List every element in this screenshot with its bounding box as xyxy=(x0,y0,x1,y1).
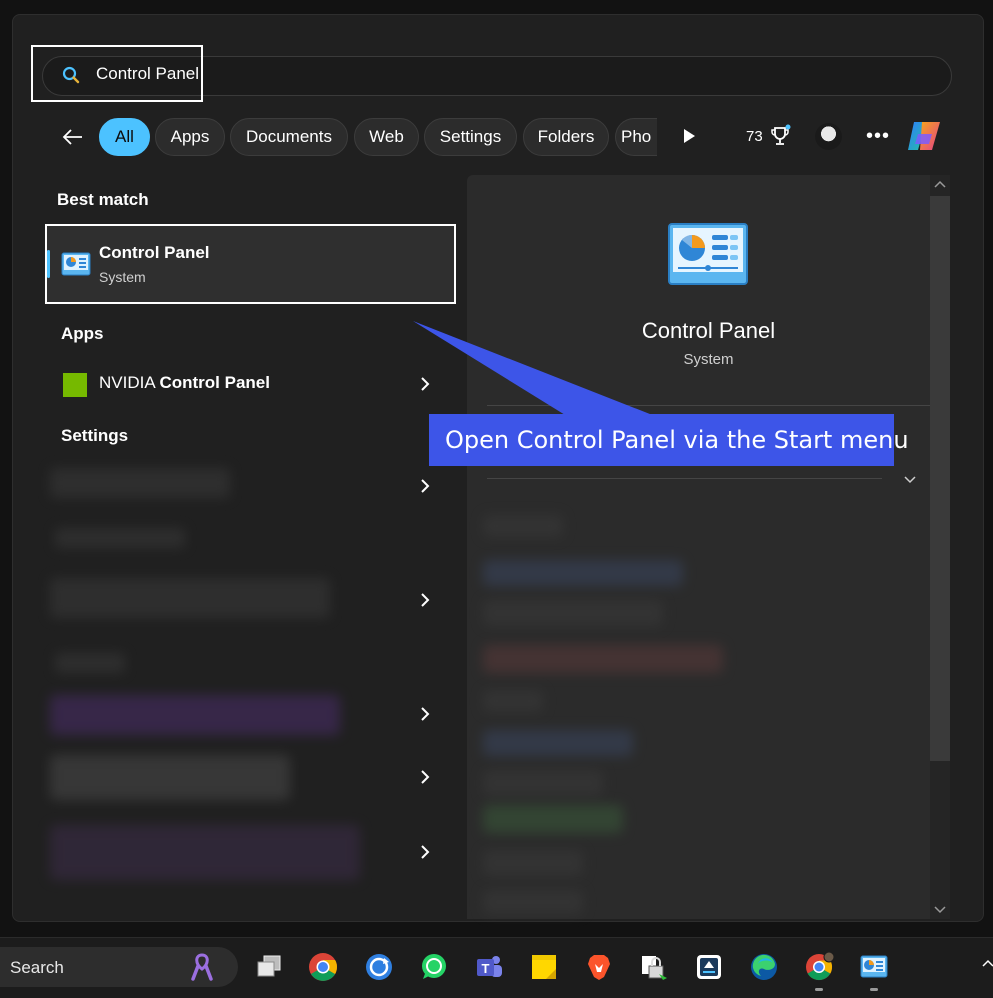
blurred-action[interactable] xyxy=(483,890,583,914)
chevron-right-icon[interactable] xyxy=(418,592,432,608)
tab-photos[interactable]: Pho xyxy=(615,118,657,156)
chevron-right-icon[interactable] xyxy=(418,706,432,722)
chrome-icon[interactable] xyxy=(308,952,338,982)
selection-indicator xyxy=(47,250,50,278)
apps-heading: Apps xyxy=(61,324,104,343)
blurred-action[interactable] xyxy=(483,850,583,876)
scroll-up-icon[interactable] xyxy=(933,179,947,189)
rewards-trophy-icon[interactable] xyxy=(770,124,792,148)
nvidia-app-label: NVIDIA Control Panel xyxy=(99,373,270,392)
svg-text:T: T xyxy=(482,961,490,976)
best-match-result[interactable] xyxy=(45,224,456,304)
blurred-result[interactable] xyxy=(50,755,290,800)
tab-all[interactable]: All xyxy=(99,118,150,156)
blurred-action[interactable] xyxy=(483,645,723,673)
sticky-notes-icon[interactable] xyxy=(529,952,559,982)
tab-apps[interactable]: Apps xyxy=(155,118,225,156)
best-match-title: Control Panel xyxy=(99,243,210,262)
edge-icon[interactable] xyxy=(749,952,779,982)
running-indicator xyxy=(815,988,823,991)
chrome-profile-icon[interactable] xyxy=(804,952,834,982)
blurred-action[interactable] xyxy=(483,600,663,626)
copilot-icon[interactable] xyxy=(904,116,944,156)
search-highlight-box xyxy=(31,45,203,102)
blurred-action[interactable] xyxy=(483,560,683,586)
whatsapp-icon[interactable] xyxy=(419,952,449,982)
user-avatar[interactable] xyxy=(815,123,842,150)
tab-folders[interactable]: Folders xyxy=(523,118,609,156)
show-hidden-icons-chevron[interactable] xyxy=(982,958,993,968)
teams-icon[interactable]: T xyxy=(474,952,504,982)
blurred-action[interactable] xyxy=(483,730,633,756)
blurred-result[interactable] xyxy=(50,695,340,735)
blurred-action[interactable] xyxy=(483,770,603,796)
control-panel-large-icon xyxy=(668,223,748,285)
control-panel-taskbar-icon[interactable] xyxy=(859,952,889,982)
callout-text: Open Control Panel via the Start menu xyxy=(445,426,909,454)
expand-chevron-icon[interactable] xyxy=(903,475,917,485)
best-match-subtitle: System xyxy=(99,269,146,285)
blurred-result[interactable] xyxy=(50,825,360,880)
scroll-down-icon[interactable] xyxy=(933,905,947,915)
blurred-action xyxy=(483,690,543,712)
running-indicator xyxy=(870,988,878,991)
blurred-section-heading xyxy=(55,528,185,548)
divider xyxy=(487,478,882,479)
scrollbar-thumb[interactable] xyxy=(930,196,950,761)
tab-settings[interactable]: Settings xyxy=(424,118,517,156)
blurred-action[interactable] xyxy=(483,805,623,833)
sync-app-icon[interactable] xyxy=(364,952,394,982)
chevron-right-icon[interactable] xyxy=(418,478,432,494)
callout-arrow xyxy=(413,321,660,418)
back-arrow-icon[interactable] xyxy=(60,124,86,150)
blurred-section-heading xyxy=(55,653,125,673)
best-match-heading: Best match xyxy=(57,190,149,209)
blurred-setting-result[interactable] xyxy=(50,468,230,498)
awareness-ribbon-icon xyxy=(191,953,213,981)
nvidia-icon xyxy=(63,373,87,397)
blurred-actions-heading xyxy=(483,515,563,537)
file-lock-icon[interactable] xyxy=(639,952,669,982)
brave-icon[interactable] xyxy=(584,952,614,982)
taskbar-search-label: Search xyxy=(10,958,64,977)
blurred-result[interactable] xyxy=(50,578,330,618)
chevron-right-icon[interactable] xyxy=(418,844,432,860)
task-view-icon[interactable] xyxy=(254,952,284,982)
tab-web[interactable]: Web xyxy=(354,118,419,156)
chevron-right-icon[interactable] xyxy=(418,769,432,785)
settings-heading: Settings xyxy=(61,426,129,445)
scroll-tabs-right-icon[interactable] xyxy=(682,128,696,144)
more-options-icon[interactable]: ••• xyxy=(866,125,890,148)
tab-documents[interactable]: Documents xyxy=(230,118,348,156)
rewards-points: 73 xyxy=(746,128,763,145)
installer-icon[interactable] xyxy=(694,952,724,982)
control-panel-icon xyxy=(61,252,91,276)
